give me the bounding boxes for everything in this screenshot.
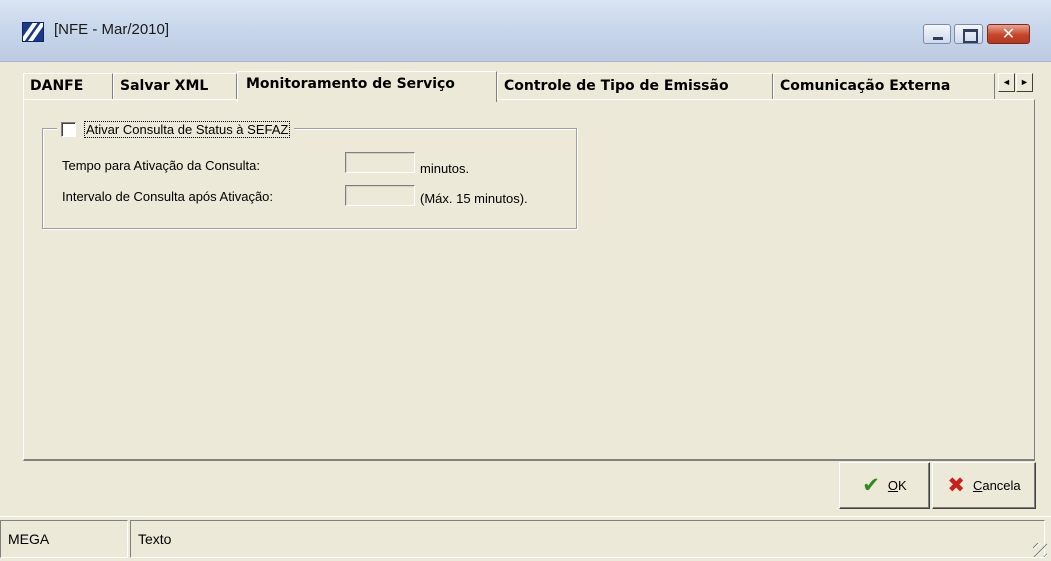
close-icon: ✕	[1001, 24, 1016, 43]
minimize-button[interactable]	[923, 24, 951, 44]
arrow-right-icon[interactable]: ►	[1016, 73, 1033, 92]
cancel-x-icon: ✖	[947, 473, 965, 497]
activation-time-label: Tempo para Ativação da Consulta:	[62, 158, 261, 173]
tab-panel: Tempo para Ativação da Consulta: minutos…	[23, 99, 1035, 461]
tab-strip: DANFE Salvar XML Monitoramento de Serviç…	[23, 71, 1035, 102]
window-title: [NFE - Mar/2010]	[54, 21, 170, 38]
status-query-groupbox: Tempo para Ativação da Consulta: minutos…	[42, 128, 577, 229]
maximize-button[interactable]	[954, 24, 983, 44]
tab-controle-de-tipo-de-emissao[interactable]: Controle de Tipo de Emissão	[497, 73, 773, 100]
status-cell-text: Texto	[130, 520, 1045, 558]
status-query-checkbox-label[interactable]: Ativar Consulta de Status à SEFAZ	[84, 120, 291, 138]
resize-grip-icon[interactable]	[1033, 543, 1047, 557]
status-query-checkbox-row[interactable]: Ativar Consulta de Status à SEFAZ	[57, 118, 295, 140]
arrow-left-icon[interactable]: ◄	[998, 73, 1015, 92]
query-interval-input[interactable]	[345, 185, 415, 206]
tab-salvar-xml[interactable]: Salvar XML	[113, 73, 237, 100]
title-bar[interactable]: [NFE - Mar/2010] ✕	[0, 0, 1051, 62]
ok-button[interactable]: ✔ OK	[839, 462, 930, 509]
tab-comunicacao-externa[interactable]: Comunicação Externa	[773, 73, 995, 100]
close-button[interactable]: ✕	[987, 24, 1030, 44]
status-query-checkbox[interactable]	[61, 121, 76, 137]
cancel-button[interactable]: ✖ Cancela	[932, 462, 1036, 509]
nfe-window: [NFE - Mar/2010] ✕ DANFE Salvar XML Moni…	[0, 0, 1051, 561]
status-bar: MEGA Texto	[0, 516, 1051, 561]
activation-time-unit: minutos.	[420, 161, 470, 176]
query-interval-unit: (Máx. 15 minutos).	[420, 191, 528, 206]
ok-button-label: OK	[887, 478, 907, 493]
cancel-button-label: Cancela	[972, 478, 1021, 493]
tab-danfe[interactable]: DANFE	[23, 73, 113, 100]
status-cell-company: MEGA	[0, 520, 128, 558]
tab-monitoramento-de-servico[interactable]: Monitoramento de Serviço	[237, 71, 497, 102]
activation-time-input[interactable]	[345, 152, 415, 173]
app-logo-icon	[22, 22, 44, 42]
checkmark-icon: ✔	[862, 473, 880, 497]
query-interval-label: Intervalo de Consulta após Ativação:	[62, 189, 274, 204]
